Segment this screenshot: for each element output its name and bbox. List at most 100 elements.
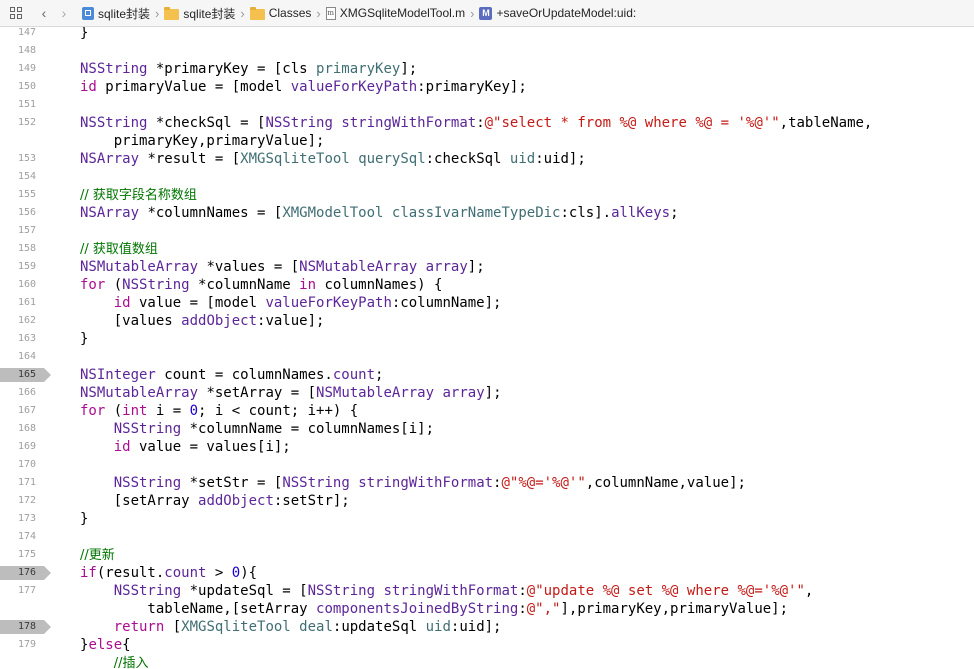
- code-line[interactable]: 172 [setArray addObject:setStr];: [0, 492, 974, 510]
- code-token: :checkSql: [425, 151, 510, 167]
- code-line[interactable]: 178 return [XMGSqliteTool deal:updateSql…: [0, 618, 974, 636]
- code-token: deal: [299, 619, 333, 635]
- code-line[interactable]: 163}: [0, 330, 974, 348]
- code-line[interactable]: 170: [0, 456, 974, 474]
- line-number: 161: [17, 297, 36, 308]
- code-line[interactable]: 152 NSString *checkSql = [NSString string…: [0, 114, 974, 132]
- code-line[interactable]: 156 NSArray *columnNames = [XMGModelTool …: [0, 204, 974, 222]
- code-line[interactable]: 148: [0, 42, 974, 60]
- code-line[interactable]: 151: [0, 96, 974, 114]
- forward-chevron-icon[interactable]: ›: [56, 5, 72, 21]
- code-token: :value];: [257, 313, 325, 329]
- code-line[interactable]: primaryKey,primaryValue];: [0, 132, 974, 150]
- code-token: XMGSqliteTool: [181, 619, 291, 635]
- code-line[interactable]: 168 NSString *columnName = columnNames[i…: [0, 420, 974, 438]
- code-text: // 获取值数组: [80, 240, 158, 258]
- code-text: primaryKey,primaryValue];: [80, 132, 325, 150]
- breadcrumb-method[interactable]: M +saveOrUpdateModel:uid:: [479, 6, 636, 20]
- line-number: 171: [17, 477, 36, 488]
- code-token: [setArray: [80, 493, 199, 509]
- code-line[interactable]: 169 id value = values[i];: [0, 438, 974, 456]
- code-token: *columnNames = [: [139, 205, 283, 221]
- breadcrumb-classes[interactable]: Classes: [249, 6, 311, 20]
- line-number: [0, 654, 44, 669]
- code-text: //更新: [80, 546, 115, 564]
- code-line[interactable]: 175 //更新: [0, 546, 974, 564]
- code-token: //更新: [80, 548, 115, 563]
- code-line[interactable]: //插入: [0, 654, 974, 669]
- code-token: *primaryKey = [cls: [147, 61, 317, 77]
- code-line[interactable]: 161 id value = [model valueForKeyPath:co…: [0, 294, 974, 312]
- back-chevron-icon[interactable]: ‹: [36, 5, 52, 21]
- breadcrumb-project[interactable]: sqlite封装: [82, 5, 150, 22]
- code-line[interactable]: 179}else{: [0, 636, 974, 654]
- code-line[interactable]: 155 // 获取字段名称数组: [0, 186, 974, 204]
- code-text: id value = [model valueForKeyPath:column…: [80, 294, 502, 312]
- m-file-icon: m: [325, 6, 336, 20]
- breadcrumb-file[interactable]: m XMGSqliteModelTool.m: [325, 6, 465, 20]
- code-line[interactable]: 173}: [0, 510, 974, 528]
- code-token: NSString: [265, 115, 333, 131]
- code-token: XMGModelTool: [282, 205, 384, 221]
- code-editor[interactable]: 147} 148 149 NSString *primaryKey = [cls pr…: [0, 27, 974, 669]
- code-token: array: [425, 259, 468, 275]
- code-token: ,tableName,: [779, 115, 873, 131]
- code-line[interactable]: 166 NSMutableArray *setArray = [NSMutable…: [0, 384, 974, 402]
- breadcrumb-group[interactable]: sqlite封装: [164, 5, 235, 22]
- code-line[interactable]: 158 // 获取值数组: [0, 240, 974, 258]
- line-number: 155: [17, 189, 36, 200]
- related-items-grid-icon[interactable]: [10, 7, 22, 19]
- code-text: }: [80, 510, 88, 528]
- code-line[interactable]: 167 for (int i = 0; i < count; i++) {: [0, 402, 974, 420]
- code-token: *values = [: [198, 259, 300, 275]
- code-token: {: [122, 637, 131, 653]
- line-number: 165: [17, 369, 36, 380]
- code-line[interactable]: 159 NSMutableArray *values = [NSMutableAr…: [0, 258, 974, 276]
- code-text: NSString *setStr = [NSString stringWithF…: [80, 474, 746, 492]
- code-token: @"select * from %@ where %@ = '%@'": [484, 115, 780, 131]
- code-token: stringWithFormat: [341, 115, 477, 131]
- code-token: array: [442, 385, 485, 401]
- code-line[interactable]: 147}: [0, 27, 974, 42]
- code-token: *columnName: [189, 277, 300, 293]
- code-token: :uid];: [535, 151, 586, 167]
- code-token: :: [518, 583, 527, 599]
- code-line[interactable]: 177 NSString *updateSql = [NSString stri…: [0, 582, 974, 600]
- code-line[interactable]: 154: [0, 168, 974, 186]
- code-text: NSInteger count = columnNames.count;: [80, 366, 383, 384]
- code-line[interactable]: 164: [0, 348, 974, 366]
- code-line[interactable]: 157: [0, 222, 974, 240]
- code-token: valueForKeyPath: [290, 79, 418, 95]
- code-token: componentsJoinedByString: [316, 601, 519, 617]
- line-number: 157: [17, 225, 36, 236]
- code-text: NSString *columnName = columnNames[i];: [80, 420, 434, 438]
- code-line[interactable]: 162 [values addObject:value];: [0, 312, 974, 330]
- code-line[interactable]: 149 NSString *primaryKey = [cls primaryKe…: [0, 60, 974, 78]
- code-token: }: [80, 511, 89, 527]
- code-token: [: [164, 619, 182, 635]
- code-text: }: [80, 27, 88, 42]
- code-token: NSInteger: [80, 367, 156, 383]
- code-token: :cls].: [560, 205, 612, 221]
- code-token: :updateSql: [332, 619, 426, 635]
- code-token: NSMutableArray: [316, 385, 435, 401]
- code-token: ){: [240, 565, 258, 581]
- code-line[interactable]: 176 if(result.count > 0){: [0, 564, 974, 582]
- line-number: 172: [17, 495, 36, 506]
- code-line[interactable]: 150 id primaryValue = [model valueForKeyP…: [0, 78, 974, 96]
- code-line[interactable]: 153 NSArray *result = [XMGSqliteTool quer…: [0, 150, 974, 168]
- code-token: id: [113, 295, 131, 311]
- line-number: 173: [17, 513, 36, 524]
- code-line[interactable]: 160 for (NSString *columnName in columnNa…: [0, 276, 974, 294]
- code-line[interactable]: 174: [0, 528, 974, 546]
- code-token: ];: [467, 259, 485, 275]
- code-line[interactable]: 171 NSString *setStr = [NSString stringW…: [0, 474, 974, 492]
- code-line[interactable]: 165 NSInteger count = columnNames.count;: [0, 366, 974, 384]
- code-line[interactable]: tableName,[setArray componentsJoinedBySt…: [0, 600, 974, 618]
- breadcrumb-separator-icon: ›: [155, 5, 160, 21]
- code-token: for: [80, 277, 106, 293]
- folder-icon: [164, 6, 180, 20]
